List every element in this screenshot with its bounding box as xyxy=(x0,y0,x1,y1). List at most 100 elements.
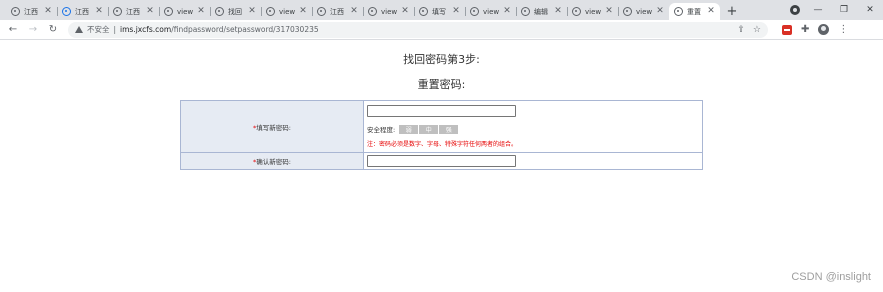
tab-title: 江西 xyxy=(330,7,344,16)
password-strength: 安全程度: 弱 中 强 xyxy=(367,124,699,134)
browser-tab[interactable]: view ✕ xyxy=(618,3,669,20)
tab-title: view xyxy=(585,7,602,16)
security-status[interactable]: 不安全 xyxy=(87,24,110,35)
tab-strip: 江西 ✕ 江西 ✕ 江西 ✕ view ✕ 找回 ✕ view ✕ 江西 ✕ view ✕ 填写… xyxy=(0,0,883,20)
tab-title: view xyxy=(636,7,653,16)
tab-search-icon[interactable] xyxy=(790,5,800,15)
globe-icon xyxy=(164,7,173,16)
table-row: *确认新密码: xyxy=(180,152,703,170)
avatar[interactable] xyxy=(818,24,830,35)
window-controls: — ❐ ✕ xyxy=(805,0,883,20)
omnibox-actions: ⇪ ☆ xyxy=(737,25,761,35)
password-hint: 注：密码必须是数字、字母、特殊字符任何两者的组合。 xyxy=(367,141,518,148)
close-icon[interactable]: ✕ xyxy=(554,7,562,16)
page-subtitle: 重置密码: xyxy=(417,78,466,91)
close-icon[interactable]: ✕ xyxy=(146,7,154,16)
browser-tab[interactable]: 找回 ✕ xyxy=(210,3,261,20)
globe-icon xyxy=(470,7,479,16)
forward-icon[interactable]: → xyxy=(26,23,40,37)
confirm-password-cell xyxy=(363,152,703,170)
reset-password-form: *填写新密码: 安全程度: 弱 中 强 注：密码必须是数字、字母、特殊字符任何两… xyxy=(180,100,703,170)
new-tab-button[interactable]: + xyxy=(724,3,740,20)
globe-icon xyxy=(572,7,581,16)
url-separator: | xyxy=(113,25,117,34)
browser-tab[interactable]: 江西 ✕ xyxy=(57,3,108,20)
extension-icon[interactable] xyxy=(782,24,792,35)
close-icon[interactable]: ✕ xyxy=(197,7,205,16)
close-icon[interactable]: ✕ xyxy=(605,7,613,16)
url-host[interactable]: ims.jxcfs.com xyxy=(120,25,171,34)
share-icon[interactable]: ⇪ xyxy=(737,25,745,35)
close-icon[interactable]: ✕ xyxy=(401,7,409,16)
bookmark-star-icon[interactable]: ☆ xyxy=(753,25,761,35)
watermark: CSDN @inslight xyxy=(791,271,871,283)
new-password-cell: 安全程度: 弱 中 强 注：密码必须是数字、字母、特殊字符任何两者的组合。 xyxy=(363,100,703,153)
extensions-area: ✚ ⋮ xyxy=(782,24,848,35)
strength-label: 安全程度: xyxy=(367,126,396,134)
reload-icon[interactable]: ↻ xyxy=(46,23,60,37)
tab-title: 江西 xyxy=(24,7,38,16)
puzzle-icon[interactable]: ✚ xyxy=(801,24,809,35)
browser-tab[interactable]: 江西 ✕ xyxy=(312,3,363,20)
browser-tab-active[interactable]: 重置 ✕ xyxy=(669,3,720,20)
browser-tab[interactable]: 填写 ✕ xyxy=(414,3,465,20)
label-text: 确认新密码: xyxy=(256,158,291,166)
globe-icon xyxy=(317,7,326,16)
close-icon[interactable]: ✕ xyxy=(248,7,256,16)
globe-icon xyxy=(623,7,632,16)
close-icon[interactable]: ✕ xyxy=(656,7,664,16)
browser-toolbar: ← → ↻ 不安全 | ims.jxcfs.com/findpassword/s… xyxy=(0,20,883,40)
globe-icon xyxy=(521,7,530,16)
globe-icon xyxy=(674,7,683,16)
tab-title: 江西 xyxy=(126,7,140,16)
new-password-input[interactable] xyxy=(367,105,516,117)
tab-title: 编辑 xyxy=(534,7,548,16)
minimize-icon[interactable]: — xyxy=(805,5,831,15)
tab-title: 填写 xyxy=(432,7,446,16)
strength-weak: 弱 xyxy=(399,124,419,134)
globe-icon xyxy=(215,7,224,16)
strength-strong: 强 xyxy=(439,124,459,134)
browser-tab[interactable]: 编辑 ✕ xyxy=(516,3,567,20)
tab-title: view xyxy=(177,7,194,16)
browser-tab[interactable]: 江西 ✕ xyxy=(108,3,159,20)
label-text: 填写新密码: xyxy=(256,123,291,132)
close-icon[interactable]: ✕ xyxy=(350,7,358,16)
close-icon[interactable]: ✕ xyxy=(452,7,460,16)
back-icon[interactable]: ← xyxy=(6,23,20,37)
close-icon[interactable]: ✕ xyxy=(95,7,103,16)
close-icon[interactable]: ✕ xyxy=(503,7,511,16)
tab-title: view xyxy=(483,7,500,16)
browser-tab[interactable]: view ✕ xyxy=(465,3,516,20)
tab-title: view xyxy=(279,7,296,16)
confirm-password-label: *确认新密码: xyxy=(180,152,364,170)
globe-icon xyxy=(266,7,275,16)
address-bar[interactable]: 不安全 | ims.jxcfs.com/findpassword/setpass… xyxy=(68,21,768,38)
warning-icon[interactable] xyxy=(75,26,83,33)
table-row: *填写新密码: 安全程度: 弱 中 强 注：密码必须是数字、字母、特殊字符任何两… xyxy=(180,100,703,153)
browser-tab[interactable]: view ✕ xyxy=(159,3,210,20)
tab-title: 江西 xyxy=(75,7,89,16)
close-icon[interactable]: ✕ xyxy=(44,7,52,16)
tab-title: 找回 xyxy=(228,7,242,16)
page-content: 找回密码第3步: 重置密码: *填写新密码: 安全程度: 弱 中 强 注：密码必… xyxy=(0,40,883,291)
close-icon[interactable]: ✕ xyxy=(707,7,715,16)
close-icon[interactable]: ✕ xyxy=(299,7,307,16)
strength-medium: 中 xyxy=(419,124,439,134)
browser-tab[interactable]: view ✕ xyxy=(567,3,618,20)
browser-tab[interactable]: view ✕ xyxy=(363,3,414,20)
close-window-icon[interactable]: ✕ xyxy=(857,5,883,15)
tab-title: 重置 xyxy=(687,7,701,16)
globe-icon xyxy=(419,7,428,16)
tab-title: view xyxy=(381,7,398,16)
more-menu-icon[interactable]: ⋮ xyxy=(838,24,848,35)
new-password-label: *填写新密码: xyxy=(180,100,364,153)
globe-icon xyxy=(62,7,71,16)
globe-icon xyxy=(11,7,20,16)
browser-tab[interactable]: view ✕ xyxy=(261,3,312,20)
page-title: 找回密码第3步: xyxy=(403,53,480,66)
url-path[interactable]: /findpassword/setpassword/317030235 xyxy=(171,25,318,34)
maximize-icon[interactable]: ❐ xyxy=(831,5,857,15)
browser-tab[interactable]: 江西 ✕ xyxy=(6,3,57,20)
confirm-password-input[interactable] xyxy=(367,155,516,167)
